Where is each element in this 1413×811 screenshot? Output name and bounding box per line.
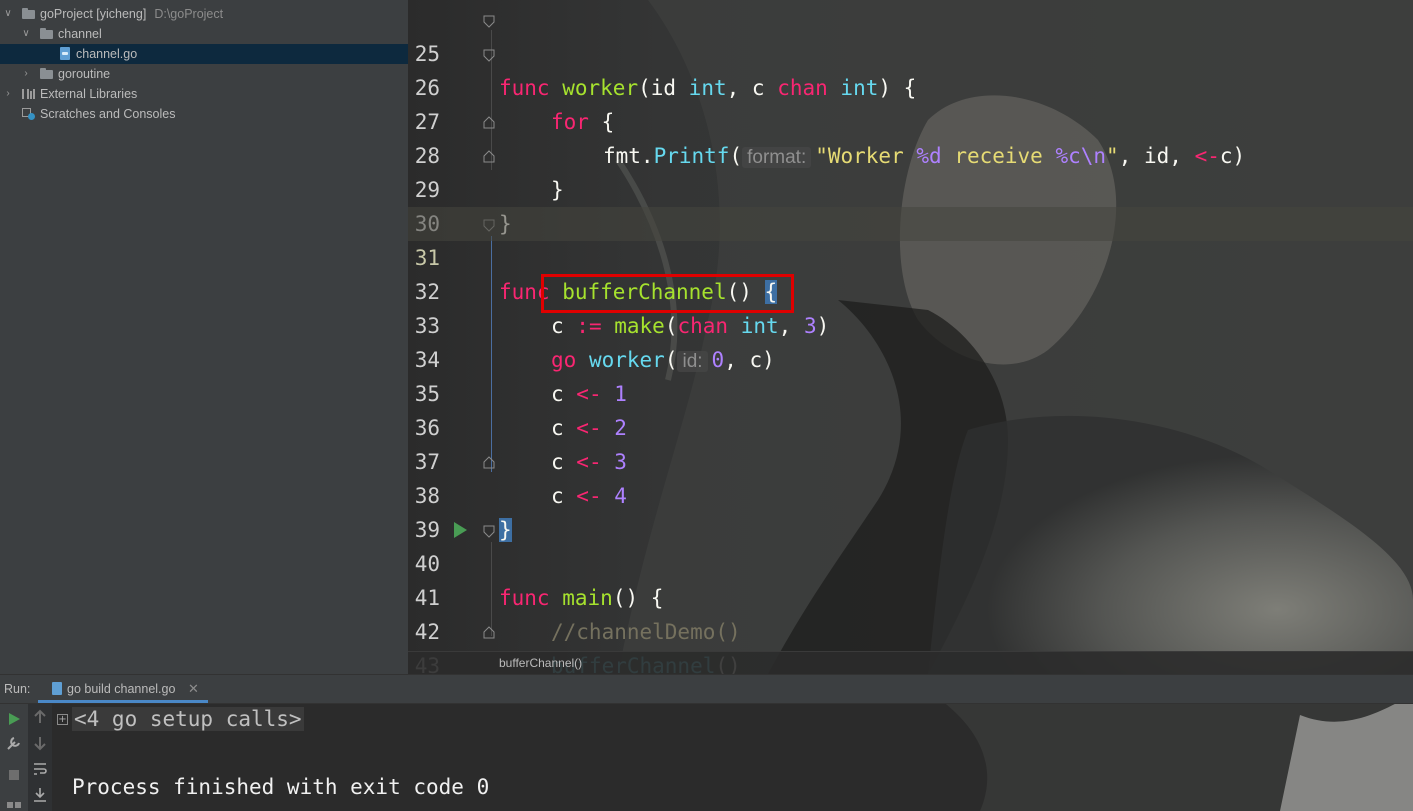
- code-line[interactable]: 43 }: [408, 615, 1413, 674]
- run-console-toolbar: [28, 704, 52, 811]
- code-line[interactable]: 25 func worker(id int, c chan int) {: [408, 3, 1413, 100]
- tree-root-label: goProject [yicheng] D:\goProject: [40, 4, 223, 24]
- tree-item-scratches[interactable]: Scratches and Consoles: [0, 104, 408, 124]
- stop-icon[interactable]: [5, 766, 23, 784]
- code-line[interactable]: 34 c <- 1: [408, 309, 1413, 406]
- tree-item-external-libraries[interactable]: › External Libraries: [0, 84, 408, 104]
- code-line[interactable]: 36 c <- 3: [408, 377, 1413, 474]
- tree-item-label: channel.go: [76, 47, 138, 61]
- code-line[interactable]: 28 }: [408, 105, 1413, 202]
- code-line[interactable]: 41 //channelDemo(): [408, 547, 1413, 644]
- code-line[interactable]: 26 for {: [408, 37, 1413, 134]
- tree-item-project-root[interactable]: ∨ goProject [yicheng] D:\goProject: [0, 4, 408, 24]
- close-icon[interactable]: ✕: [188, 675, 199, 703]
- code-line[interactable]: 30: [408, 173, 1413, 236]
- folder-icon: [40, 68, 53, 79]
- project-root-name: goProject [yicheng]: [40, 7, 147, 21]
- tree-item-channel-go[interactable]: channel.go: [0, 44, 408, 64]
- folder-icon: [40, 28, 53, 39]
- chevron-right-icon[interactable]: ›: [21, 64, 31, 84]
- code-line[interactable]: 35 c <- 2: [408, 343, 1413, 440]
- arrow-up-icon[interactable]: [31, 708, 49, 726]
- scroll-to-end-icon[interactable]: [31, 786, 49, 804]
- project-root-path: D:\goProject: [154, 7, 224, 21]
- tree-item-label: External Libraries: [40, 87, 138, 101]
- code-line[interactable]: 40 func main() {: [408, 513, 1413, 610]
- chevron-down-icon[interactable]: ∨: [3, 4, 13, 24]
- run-tab-label: go build channel.go: [67, 682, 176, 696]
- code-line[interactable]: 29 }: [408, 139, 1413, 236]
- libraries-icon: [22, 89, 35, 99]
- chevron-down-icon[interactable]: ∨: [21, 24, 31, 44]
- tree-item-label: goroutine: [58, 67, 111, 81]
- chevron-right-icon[interactable]: ›: [3, 84, 13, 104]
- run-tab[interactable]: go build channel.go ✕: [38, 675, 208, 703]
- soft-wrap-icon[interactable]: [31, 760, 49, 778]
- run-header: Run: go build channel.go ✕: [0, 675, 1413, 704]
- project-tree-panel: ∨ goProject [yicheng] D:\goProject ∨ chan…: [0, 0, 408, 674]
- code-editor[interactable]: 25 func worker(id int, c chan int) { 26 …: [408, 0, 1413, 674]
- run-tool-window: Run: go build channel.go ✕ + <4 go setup…: [0, 674, 1413, 811]
- folder-icon: [22, 8, 35, 19]
- tree-item-label: Scratches and Consoles: [40, 107, 176, 121]
- highlight-box: [541, 274, 794, 313]
- console-exit-message: Process finished with exit code 0: [72, 775, 490, 799]
- go-file-icon: [52, 682, 62, 695]
- code-line[interactable]: 39: [408, 479, 1413, 542]
- code-line-current[interactable]: 31 func bufferChannel() {: [408, 207, 1413, 304]
- run-label: Run:: [4, 682, 31, 696]
- arrow-down-icon[interactable]: [31, 734, 49, 752]
- code-line[interactable]: 42 bufferChannel(): [408, 581, 1413, 674]
- code-line[interactable]: 27 fmt.Printf(format: "Worker %d receive …: [408, 71, 1413, 168]
- code-line[interactable]: 37 c <- 4: [408, 411, 1413, 508]
- console-folded-line[interactable]: <4 go setup calls>: [72, 707, 304, 731]
- scratches-icon: [22, 108, 35, 120]
- tree-item-goroutine[interactable]: › goroutine: [0, 64, 408, 84]
- breadcrumb[interactable]: bufferChannel(): [408, 651, 1413, 674]
- wrench-icon[interactable]: [5, 734, 23, 752]
- go-file-icon: [60, 47, 70, 60]
- code-line[interactable]: 38 }: [408, 445, 1413, 542]
- layout-icon[interactable]: [5, 792, 23, 810]
- breadcrumb-item[interactable]: bufferChannel(): [499, 652, 582, 674]
- setup-calls-fold[interactable]: <4 go setup calls>: [72, 707, 304, 731]
- tree-item-label: channel: [58, 27, 102, 41]
- rerun-icon[interactable]: [5, 710, 23, 728]
- tab-underline: [38, 700, 208, 703]
- code-line[interactable]: 32 c := make(chan int, 3): [408, 241, 1413, 338]
- tree-item-channel[interactable]: ∨ channel: [0, 24, 408, 44]
- run-toolbar: [0, 704, 29, 811]
- expand-icon[interactable]: +: [57, 714, 68, 725]
